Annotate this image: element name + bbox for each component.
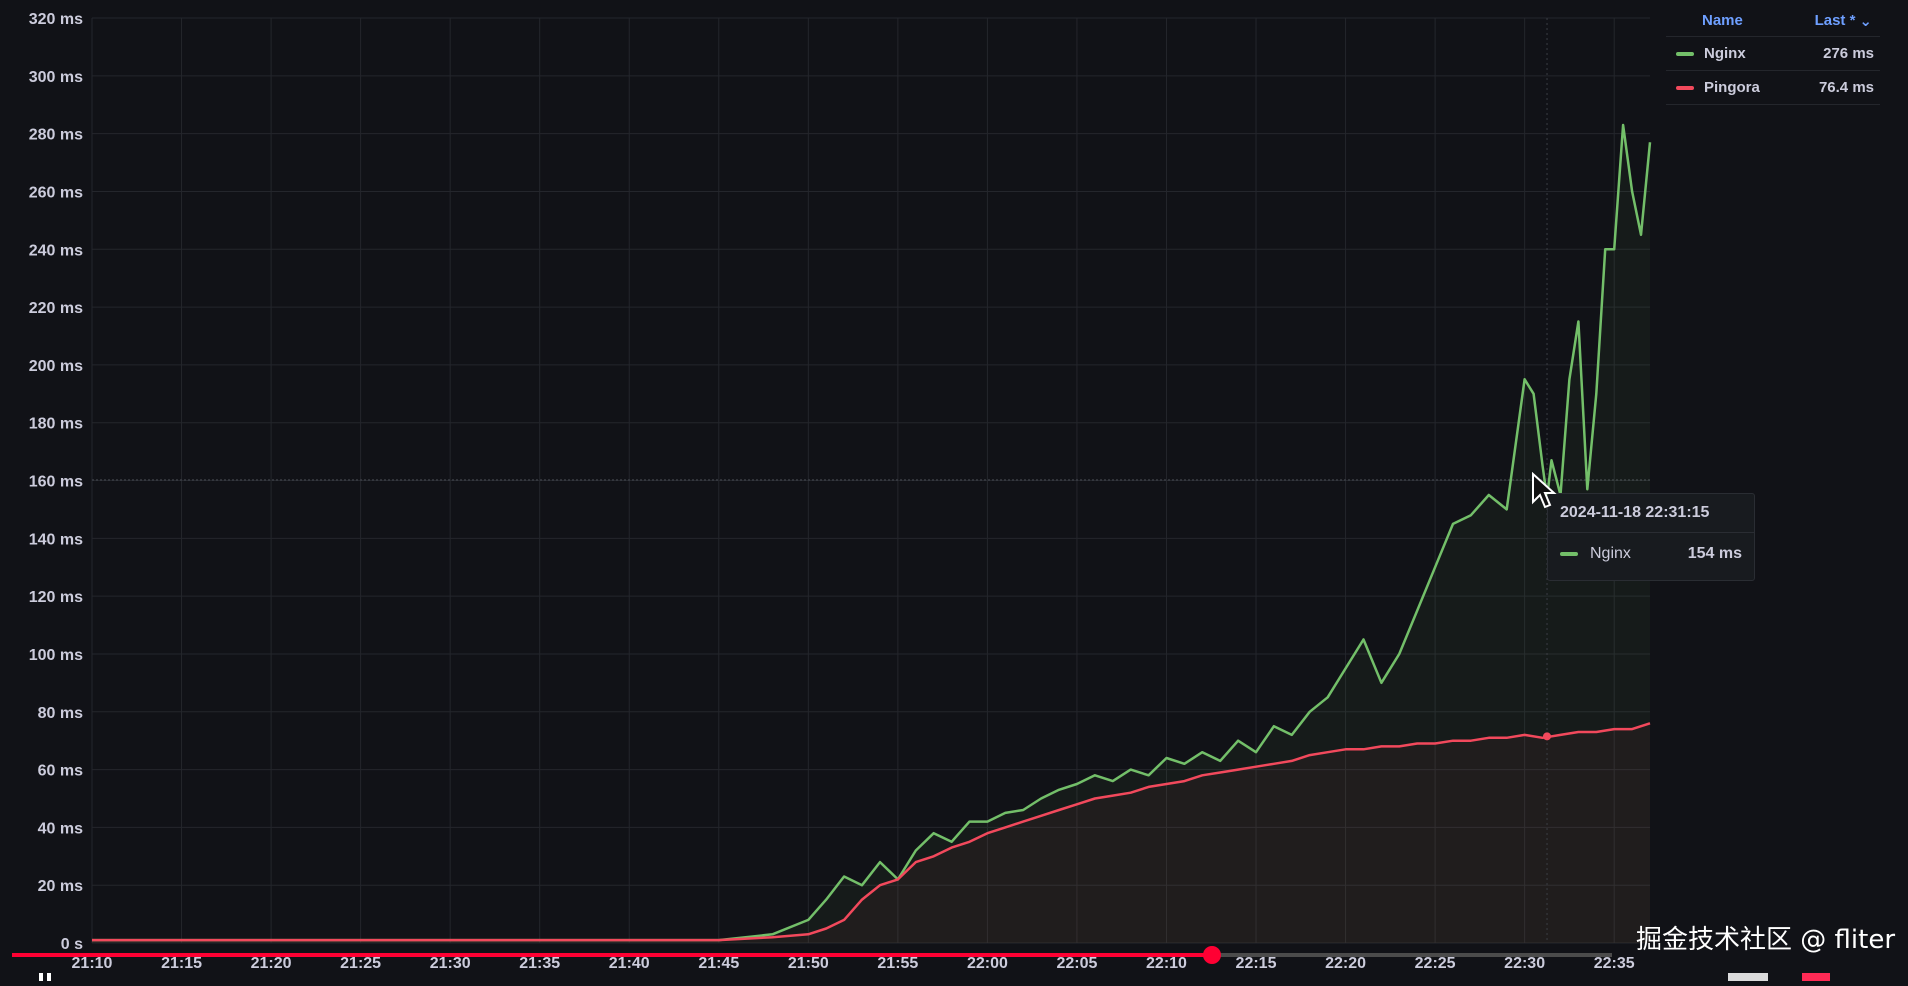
play-pause-icon[interactable] [38,968,54,981]
chart: 0 s 20 ms 40 ms 60 ms 80 ms 100 ms 120 ms 140 m… [29,11,1652,972]
legend-header: Name Last * ⌄ [1666,8,1880,37]
x-tick-label: 21:55 [877,955,918,972]
x-tick-label: 22:15 [1236,955,1277,972]
y-tick-label: 20 ms [38,878,83,895]
y-tick-label: 300 ms [29,69,83,86]
y-tick-label: 180 ms [29,416,83,433]
y-tick-label: 140 ms [29,531,83,548]
x-tick-label: 21:25 [340,955,381,972]
x-tick-label: 21:20 [251,955,292,972]
y-tick-label: 240 ms [29,242,83,259]
y-tick-label: 60 ms [38,763,83,780]
tooltip-time: 2024-11-18 22:31:15 [1548,494,1754,533]
legend: Name Last * ⌄ Nginx 276 ms Pingora 76.4 m… [1666,8,1880,105]
legend-item-pingora[interactable]: Pingora 76.4 ms [1666,71,1880,105]
subtitles-icon[interactable] [1728,968,1768,981]
x-tick-label: 22:00 [967,955,1008,972]
x-tick-label: 22:10 [1146,955,1187,972]
y-tick-label: 40 ms [38,820,83,837]
video-progress-handle[interactable] [1203,946,1221,964]
y-tick-label: 200 ms [29,358,83,375]
mouse-cursor-icon [1532,472,1557,509]
x-tick-label: 21:45 [698,955,739,972]
y-tick-label: 120 ms [29,589,83,606]
y-tick-label: 0 s [61,936,83,953]
y-tick-label: 220 ms [29,300,83,317]
legend-item-value: 76.4 ms [1818,79,1874,96]
x-tick-label: 21:15 [161,955,202,972]
y-tick-label: 260 ms [29,184,83,201]
watermark: 掘金技术社区 @ fliter [1636,925,1896,955]
tooltip-value: 154 ms [1687,545,1742,562]
nginx-swatch [1676,51,1694,56]
x-tick-label: 22:05 [1056,955,1097,972]
x-tick-label: 21:10 [72,955,113,972]
y-tick-label: 100 ms [29,647,83,664]
x-tick-label: 21:35 [519,955,560,972]
legend-name-header[interactable]: Name [1702,12,1743,30]
settings-icon[interactable] [1802,968,1830,981]
sort-chevron-icon: ⌄ [1859,13,1872,30]
y-tick-label: 160 ms [29,474,83,491]
legend-last-header[interactable]: Last * ⌄ [1815,12,1872,30]
y-tick-label: 320 ms [29,11,83,28]
y-tick-label: 80 ms [38,705,83,722]
y-axis: 0 s 20 ms 40 ms 60 ms 80 ms 100 ms 120 ms 140 m… [29,11,83,953]
tooltip-swatch [1560,552,1578,556]
legend-item-nginx[interactable]: Nginx 276 ms [1666,37,1880,71]
legend-last-label: Last * [1814,12,1856,29]
x-tick-label: 22:20 [1325,955,1366,972]
legend-item-name: Pingora [1704,79,1760,96]
video-progress-bar[interactable] [12,946,1612,964]
x-tick-label: 22:35 [1594,955,1635,972]
tooltip: 2024-11-18 22:31:15 Nginx 154 ms [1547,493,1755,581]
x-tick-label: 21:50 [788,955,829,972]
video-progress-fill [12,953,1212,957]
pingora-swatch [1676,85,1694,90]
x-axis: 21:10 21:15 21:20 21:25 21:30 21:35 21:40 21:45… [72,955,1635,972]
series-area-pingora [92,723,1650,943]
legend-item-name: Nginx [1704,45,1746,62]
hover-point-pingora [1543,732,1552,741]
tooltip-row: Nginx 154 ms [1548,533,1754,575]
x-tick-label: 22:30 [1504,955,1545,972]
y-tick-label: 280 ms [29,127,83,144]
legend-item-value: 276 ms [1823,45,1874,62]
x-tick-label: 21:40 [609,955,650,972]
x-tick-label: 22:25 [1415,955,1456,972]
x-tick-label: 21:30 [430,955,471,972]
tooltip-series: Nginx [1590,545,1631,562]
